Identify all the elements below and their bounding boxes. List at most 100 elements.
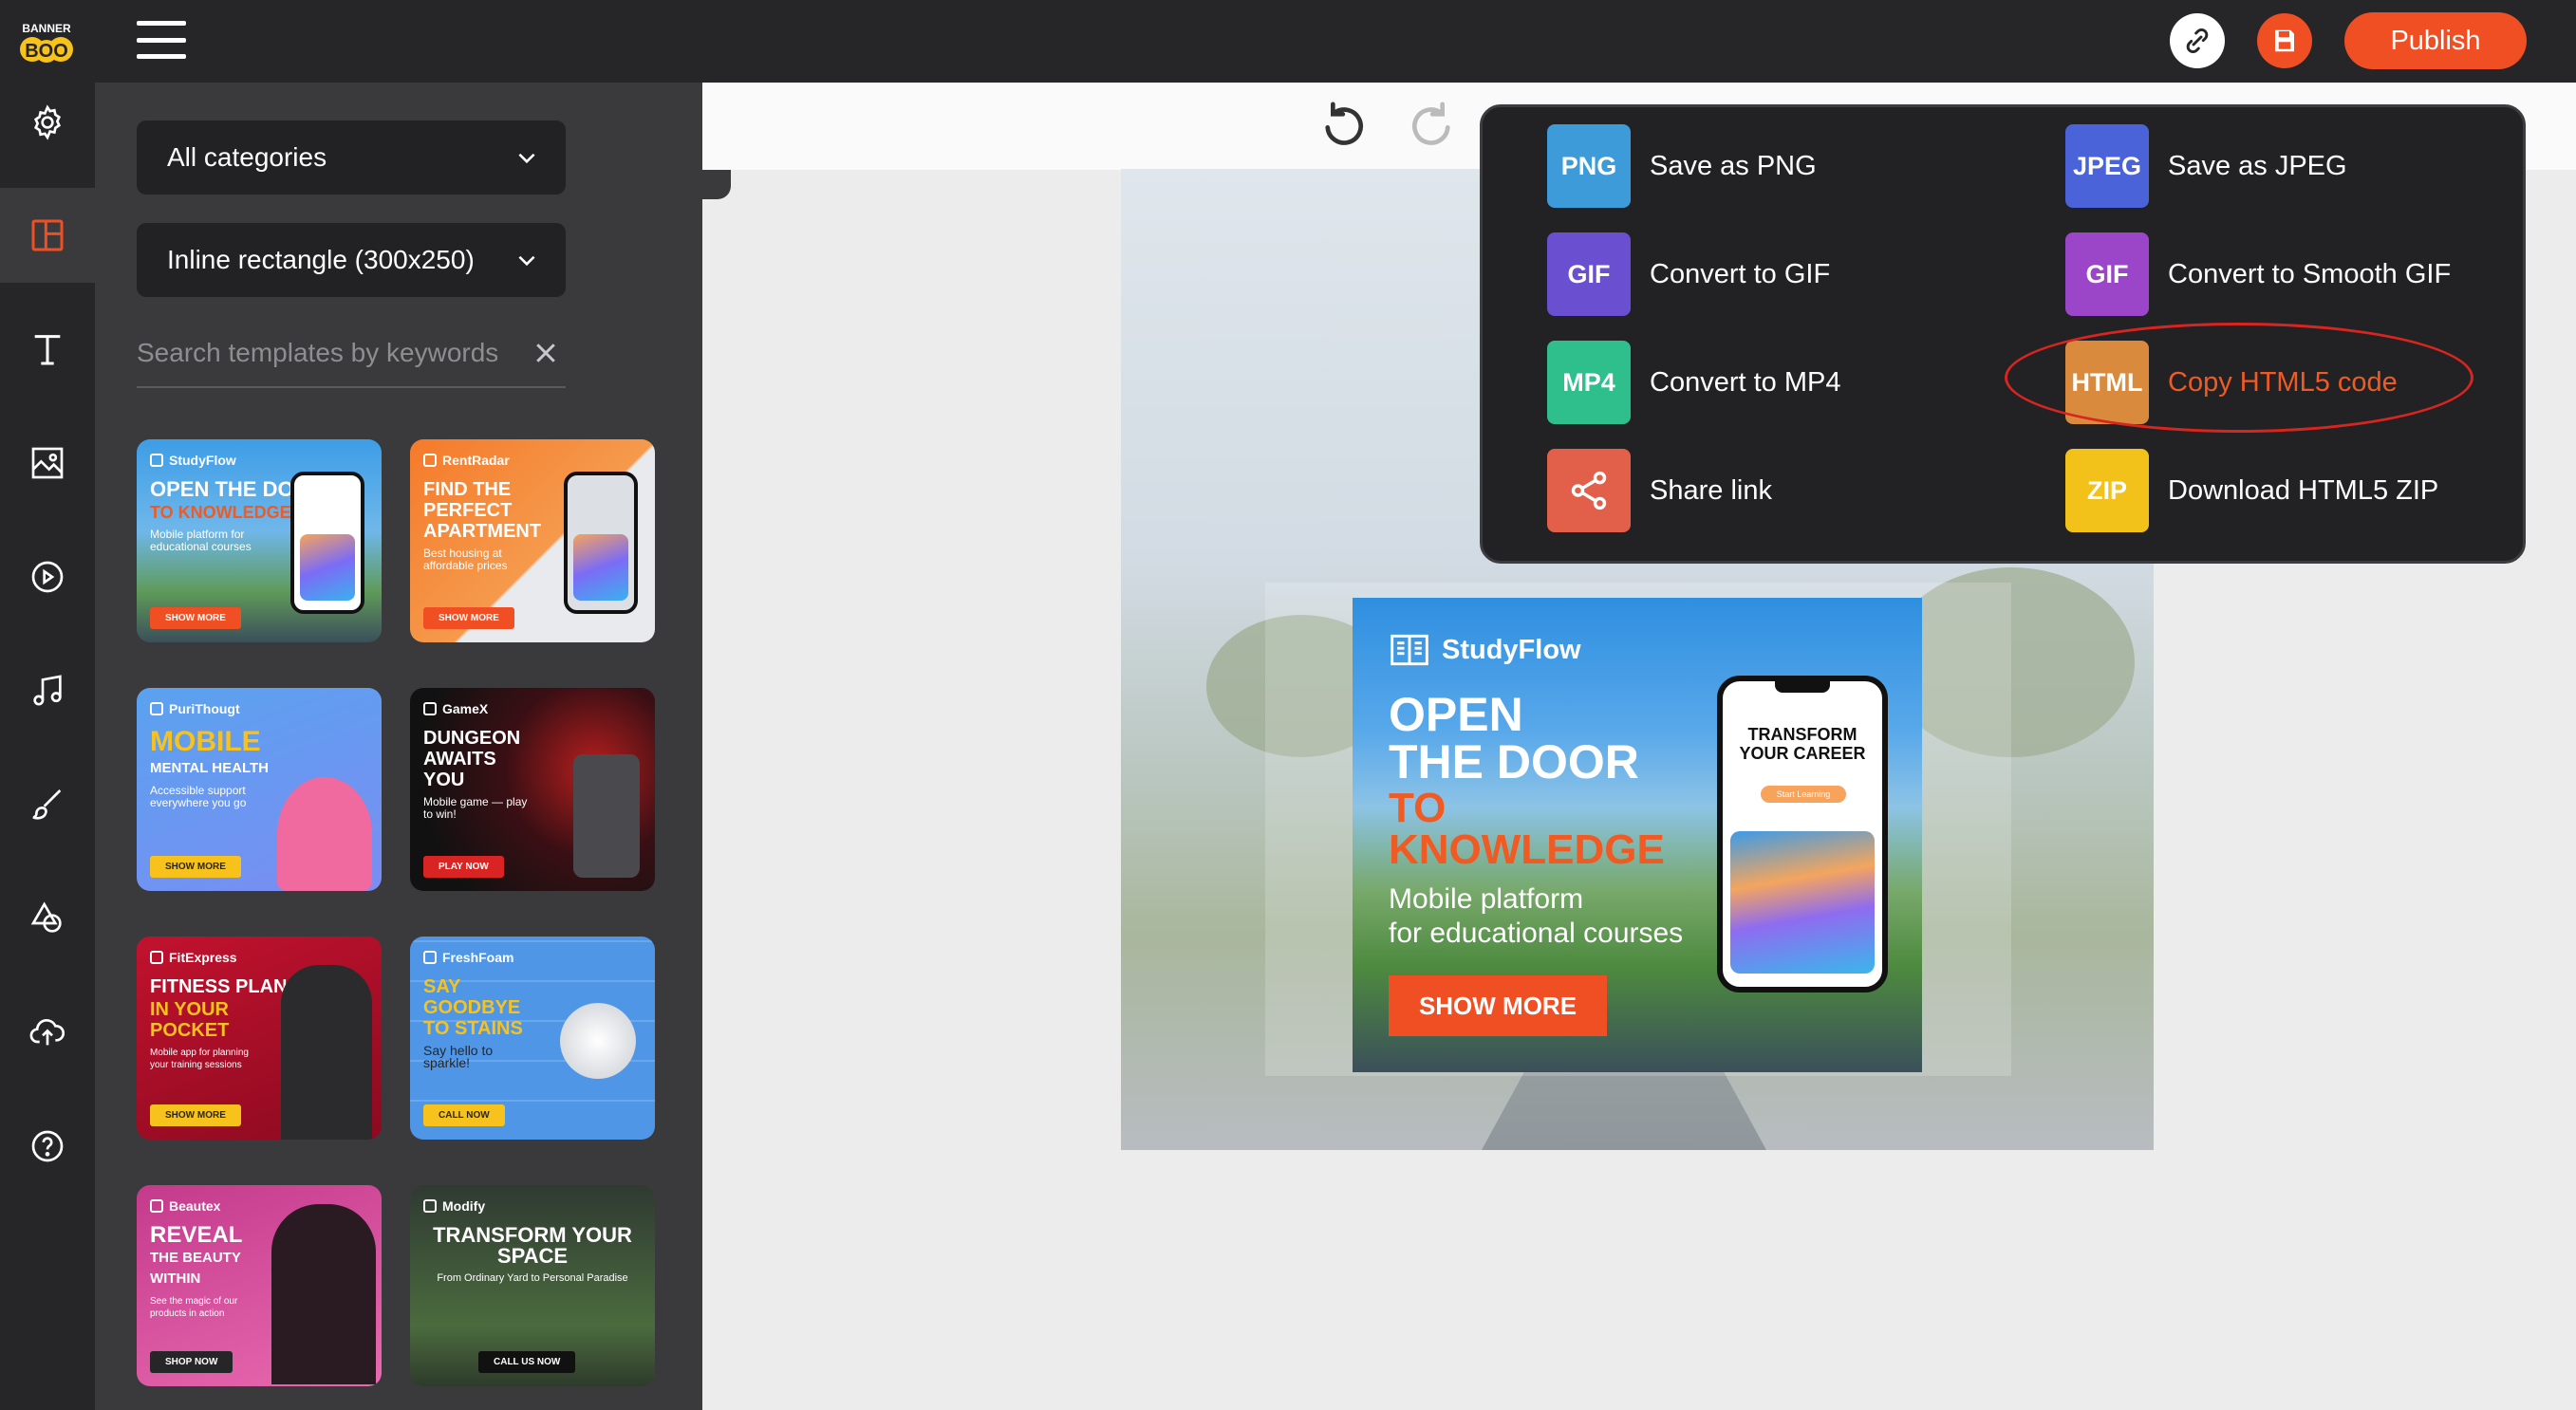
template-headline: Find the perfect apartment: [423, 479, 542, 542]
rail-settings[interactable]: [0, 75, 95, 170]
save-icon: [2275, 29, 2294, 52]
template-card[interactable]: StudyFlow Open the door to knowledge Mob…: [137, 439, 382, 642]
size-select[interactable]: Inline rectangle (300x250): [137, 223, 566, 297]
template-brand: FreshFoam: [442, 950, 514, 965]
illustration-person: [271, 1204, 376, 1384]
banner-subtitle-line: Mobile platform: [1389, 883, 1584, 915]
zip-badge-icon: ZIP: [2065, 449, 2149, 532]
export-label: Download HTML5 ZIP: [2168, 474, 2439, 506]
template-subtitle: See the magic of our products in action: [150, 1296, 238, 1319]
template-headline-secondary: Mental health: [150, 760, 269, 776]
export-copy-html5[interactable]: HTML Copy HTML5 code: [2065, 341, 2398, 424]
size-select-value: Inline rectangle (300x250): [167, 245, 475, 274]
chevron-down-icon: [518, 153, 535, 164]
export-convert-mp4[interactable]: MP4 Convert to MP4: [1547, 341, 1840, 424]
share-badge: [1547, 449, 1631, 532]
template-cta: SHOW MORE: [150, 856, 241, 878]
phone-start-button: Start Learning: [1761, 786, 1846, 803]
template-cta: CALL US NOW: [478, 1351, 576, 1373]
export-label: Convert to MP4: [1650, 366, 1841, 398]
rail-templates[interactable]: [0, 188, 95, 283]
template-headline-accent: in your pocket: [150, 999, 230, 1041]
music-icon: [33, 675, 62, 706]
publish-button[interactable]: Publish: [2344, 12, 2527, 69]
phone-notch: [1775, 681, 1830, 693]
banner-subtitle: Mobile platform for educational courses: [1389, 882, 1683, 951]
template-subtitle: Mobile platform for educational courses: [150, 528, 252, 553]
templates-panel: All categories Inline rectangle (300x250…: [95, 83, 702, 1410]
template-cta: SHOW MORE: [423, 607, 514, 629]
template-card[interactable]: Beautex Reveal the beauty within See the…: [137, 1185, 382, 1386]
export-save-jpeg[interactable]: JPEG Save as JPEG: [2065, 124, 2347, 208]
category-select-value: All categories: [167, 142, 327, 172]
template-brand: StudyFlow: [169, 453, 236, 468]
rail-help[interactable]: [0, 1099, 95, 1194]
rail-brush[interactable]: [0, 757, 95, 852]
banner-subtitle-line: for educational courses: [1389, 918, 1684, 949]
banner-headline: OPEN THE DOOR: [1389, 691, 1639, 786]
export-convert-gif[interactable]: GIF Convert to GIF: [1547, 232, 1830, 316]
link-button[interactable]: [2170, 13, 2225, 68]
redo-button[interactable]: [1405, 99, 1458, 157]
export-save-png[interactable]: PNG Save as PNG: [1547, 124, 1817, 208]
template-card[interactable]: PuriThougt Mobile Mental health Accessib…: [137, 688, 382, 891]
template-headline: Say goodbye to stains: [423, 976, 523, 1039]
layout-icon: [31, 219, 64, 251]
phone-mockup: [564, 472, 638, 614]
hamburger-menu-icon[interactable]: [137, 21, 186, 59]
export-label: Convert to GIF: [1650, 258, 1831, 289]
template-card[interactable]: Modify Transform your space From Ordinar…: [410, 1185, 655, 1386]
redo-icon: [1412, 102, 1450, 145]
template-cta: SHOP NOW: [150, 1351, 233, 1373]
illustration-robot: [573, 754, 640, 878]
mp4-badge-icon: MP4: [1547, 341, 1631, 424]
template-subtitle: Say hello to sparkle!: [423, 1043, 494, 1070]
banner-accent: TO KNOWLEDGE: [1389, 788, 1665, 871]
category-select[interactable]: All categories: [137, 121, 566, 195]
template-brand: Modify: [442, 1198, 486, 1214]
template-card[interactable]: GameX Dungeon awaits you Mobile game — p…: [410, 688, 655, 891]
chevron-down-icon: [518, 255, 535, 267]
gif-badge-icon: GIF: [1547, 232, 1631, 316]
template-card[interactable]: RentRadar Find the perfect apartment Bes…: [410, 439, 655, 642]
export-label: Save as JPEG: [2168, 150, 2347, 181]
save-button[interactable]: [2257, 13, 2312, 68]
search-input[interactable]: [137, 329, 497, 377]
gear-icon: [33, 104, 62, 140]
banner-preview[interactable]: StudyFlow OPEN THE DOOR TO KNOWLEDGE Mob…: [1353, 598, 1922, 1072]
template-search: [137, 329, 566, 388]
rail-upload[interactable]: [0, 985, 95, 1080]
template-brand: Beautex: [169, 1198, 221, 1214]
close-icon[interactable]: [532, 339, 560, 367]
export-download-zip[interactable]: ZIP Download HTML5 ZIP: [2065, 449, 2438, 532]
upload-icon: [29, 1018, 65, 1046]
export-convert-smooth-gif[interactable]: GIF Convert to Smooth GIF: [2065, 232, 2451, 316]
link-icon: [2186, 28, 2209, 54]
undo-button[interactable]: [1317, 99, 1371, 157]
template-cta: CALL NOW: [423, 1104, 505, 1126]
banner-headline-line: THE DOOR: [1389, 735, 1639, 788]
text-icon: [34, 335, 61, 365]
rail-images[interactable]: [0, 416, 95, 510]
rail-text[interactable]: [0, 302, 95, 397]
phone-title-line: YOUR CAREER: [1739, 744, 1866, 763]
template-cta: SHOW MORE: [150, 607, 241, 629]
html-badge-icon: HTML: [2065, 341, 2149, 424]
template-card[interactable]: FreshFoam Say goodbye to stains Say hell…: [410, 937, 655, 1140]
tool-rail: [0, 83, 95, 1410]
share-icon: [1571, 471, 1607, 510]
illustration-person: [281, 965, 372, 1140]
brush-icon: [32, 789, 62, 820]
phone-mockup: [290, 472, 364, 614]
template-card[interactable]: FitExpress Fitness plan in your pocket M…: [137, 937, 382, 1140]
bannerboo-logo[interactable]: BANNER BOO: [17, 17, 76, 66]
rail-shapes[interactable]: [0, 871, 95, 966]
banner-accent-line: TO: [1389, 785, 1447, 831]
rail-video[interactable]: [0, 529, 95, 624]
rail-audio[interactable]: [0, 643, 95, 738]
template-cta: PLAY NOW: [423, 856, 504, 878]
template-headline-secondary: the beauty within: [150, 1250, 241, 1287]
phone-title: TRANSFORM YOUR CAREER: [1723, 725, 1882, 763]
banner-cta-button: SHOW MORE: [1389, 975, 1607, 1036]
export-share-link[interactable]: Share link: [1547, 449, 1772, 532]
